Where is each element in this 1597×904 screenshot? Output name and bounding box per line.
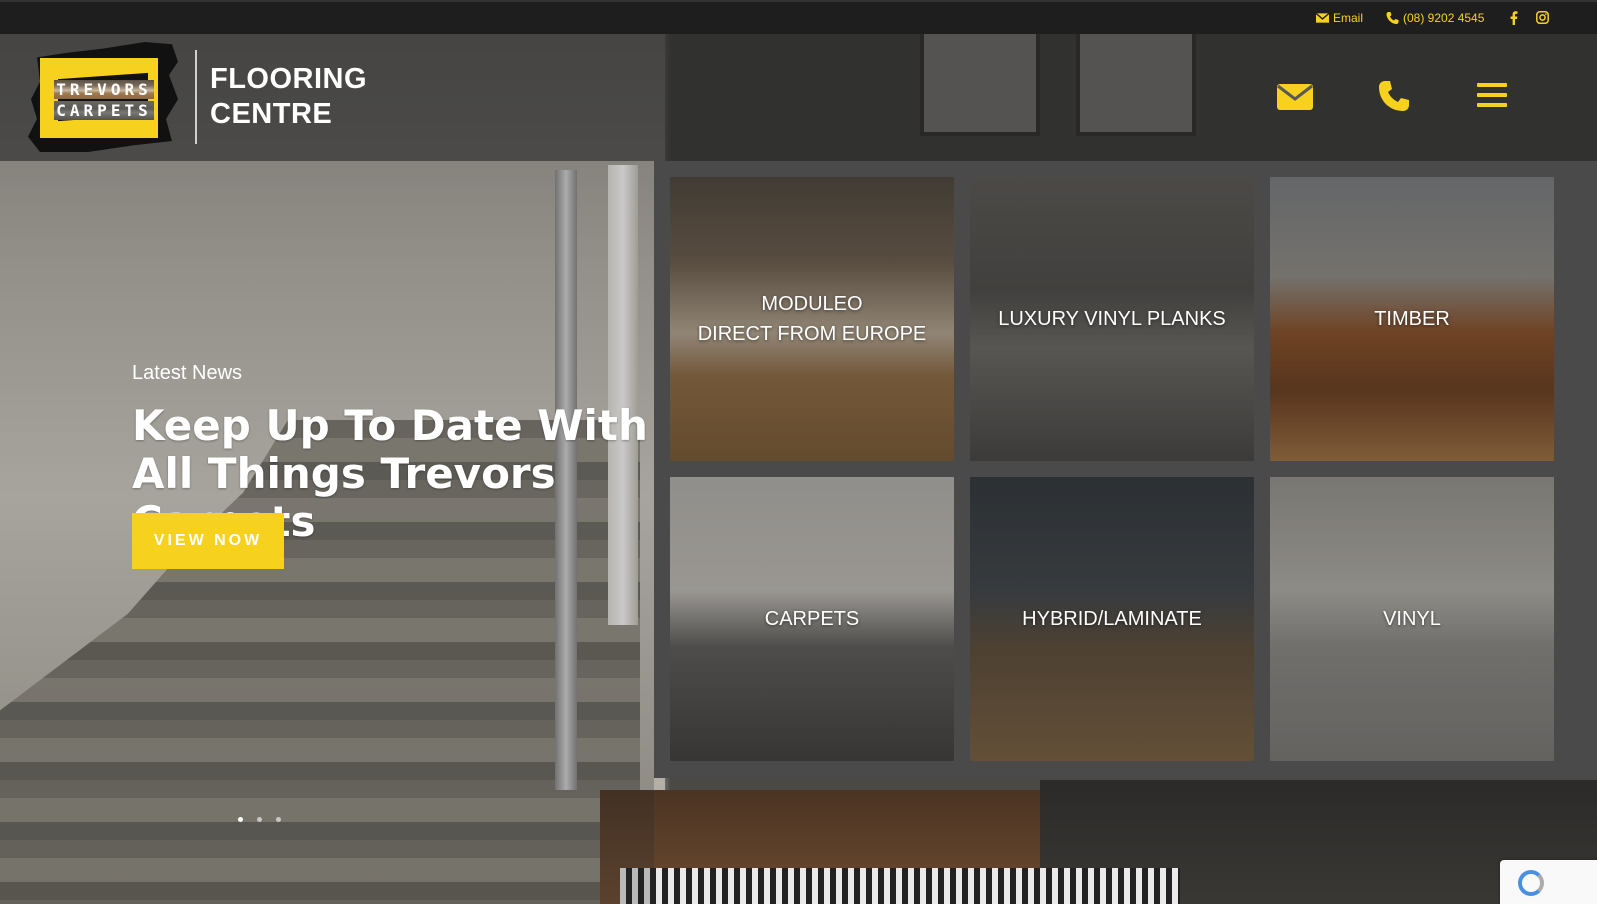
logo-text-line2: CARPETS	[54, 101, 154, 120]
topbar-phone-link[interactable]: (08) 9202 4545	[1386, 11, 1484, 25]
category-label: CARPETS	[764, 608, 860, 630]
envelope-icon	[1316, 12, 1329, 23]
envelope-icon	[1277, 84, 1313, 110]
view-now-button[interactable]: VIEW NOW	[132, 513, 284, 569]
menu-icon	[1477, 83, 1507, 107]
brand-title: FLOORING CENTRE	[210, 62, 367, 132]
logo-text-line1: TREVORS	[54, 80, 154, 99]
instagram-link[interactable]	[1536, 11, 1549, 24]
category-tile-carpets[interactable]: CARPETS	[670, 477, 954, 761]
recaptcha-icon	[1518, 870, 1544, 896]
site-logo[interactable]: TREVORS CARPETS	[28, 42, 178, 152]
category-label: HYBRID/LAMINATE	[1022, 608, 1202, 630]
topbar-phone-label: (08) 9202 4545	[1403, 11, 1485, 25]
topbar-email-link[interactable]: Email	[1316, 11, 1363, 25]
slider-dot[interactable]	[257, 817, 262, 822]
recaptcha-badge[interactable]	[1500, 860, 1597, 904]
header-phone-button[interactable]	[1378, 80, 1418, 116]
background-rug	[620, 868, 1180, 904]
instagram-icon	[1536, 11, 1549, 24]
category-label: LUXURY VINYL PLANKS	[998, 308, 1226, 330]
category-label: TIMBER	[1374, 308, 1450, 330]
slider-dots	[238, 817, 281, 822]
brand-line1: FLOORING	[210, 63, 368, 95]
logo-divider	[195, 50, 197, 144]
category-tile-timber[interactable]: TIMBER	[1270, 177, 1554, 461]
facebook-icon	[1510, 11, 1518, 25]
slider-dot[interactable]	[276, 817, 281, 822]
category-tile-hybrid-laminate[interactable]: HYBRID/LAMINATE	[970, 477, 1254, 761]
category-tile-moduleo[interactable]: MODULEO DIRECT FROM EUROPE	[670, 177, 954, 461]
category-label: MODULEO DIRECT FROM EUROPE	[697, 293, 927, 345]
header-menu-button[interactable]	[1475, 80, 1515, 116]
facebook-link[interactable]	[1510, 11, 1518, 25]
slider-dot[interactable]	[238, 817, 243, 822]
top-utility-bar: Email (08) 9202 4545	[0, 0, 1597, 34]
topbar-email-label: Email	[1333, 11, 1364, 25]
brand-line2: CENTRE	[210, 98, 333, 130]
category-tile-luxury-vinyl-planks[interactable]: LUXURY VINYL PLANKS	[970, 177, 1254, 461]
header-email-button[interactable]	[1276, 80, 1316, 116]
category-tile-vinyl[interactable]: VINYL	[1270, 477, 1554, 761]
category-label: VINYL	[1383, 608, 1441, 630]
phone-icon	[1379, 81, 1409, 111]
phone-icon	[1386, 12, 1399, 24]
hero-eyebrow: Latest News	[132, 362, 243, 384]
